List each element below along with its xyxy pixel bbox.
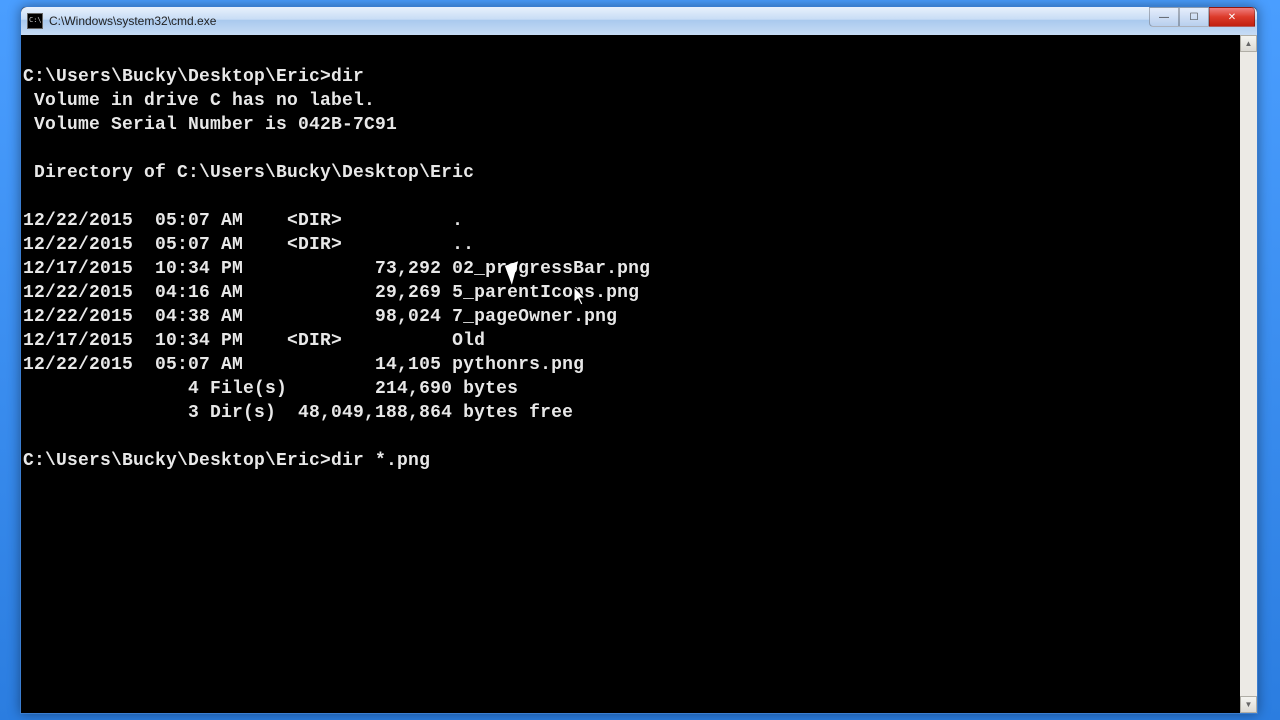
term-line: C:\Users\Bucky\Desktop\Eric>dir *.png <box>23 451 430 471</box>
term-line: 12/22/2015 05:07 AM 14,105 pythonrs.png <box>23 355 584 375</box>
term-line: C:\Users\Bucky\Desktop\Eric>dir <box>23 67 364 87</box>
scroll-track[interactable] <box>1240 52 1257 696</box>
term-line: 12/22/2015 05:07 AM <DIR> . <box>23 211 463 231</box>
vertical-scrollbar[interactable]: ▲ ▼ <box>1240 35 1257 713</box>
cmd-window: C:\Windows\system32\cmd.exe — ☐ ✕ C:\Use… <box>20 6 1258 714</box>
term-line: 4 File(s) 214,690 bytes <box>23 379 518 399</box>
scroll-down-button[interactable]: ▼ <box>1240 696 1257 713</box>
term-line: Volume Serial Number is 042B-7C91 <box>23 115 397 135</box>
term-line: Directory of C:\Users\Bucky\Desktop\Eric <box>23 163 474 183</box>
close-button[interactable]: ✕ <box>1209 7 1255 27</box>
term-line: Volume in drive C has no label. <box>23 91 375 111</box>
window-title: C:\Windows\system32\cmd.exe <box>49 14 216 28</box>
maximize-button[interactable]: ☐ <box>1179 7 1209 27</box>
window-controls: — ☐ ✕ <box>1149 7 1255 27</box>
term-line: 12/22/2015 04:38 AM 98,024 7_pageOwner.p… <box>23 307 617 327</box>
term-line: 12/22/2015 05:07 AM <DIR> .. <box>23 235 474 255</box>
minimize-button[interactable]: — <box>1149 7 1179 27</box>
term-line: 12/22/2015 04:16 AM 29,269 5_parentIcons… <box>23 283 639 303</box>
term-line: 12/17/2015 10:34 PM <DIR> Old <box>23 331 485 351</box>
term-line: 3 Dir(s) 48,049,188,864 bytes free <box>23 403 573 423</box>
cmd-icon <box>27 13 43 29</box>
terminal-output[interactable]: C:\Users\Bucky\Desktop\Eric>dir Volume i… <box>21 35 1257 713</box>
titlebar[interactable]: C:\Windows\system32\cmd.exe — ☐ ✕ <box>21 7 1257 35</box>
term-line: 12/17/2015 10:34 PM 73,292 02_progressBa… <box>23 259 650 279</box>
scroll-up-button[interactable]: ▲ <box>1240 35 1257 52</box>
